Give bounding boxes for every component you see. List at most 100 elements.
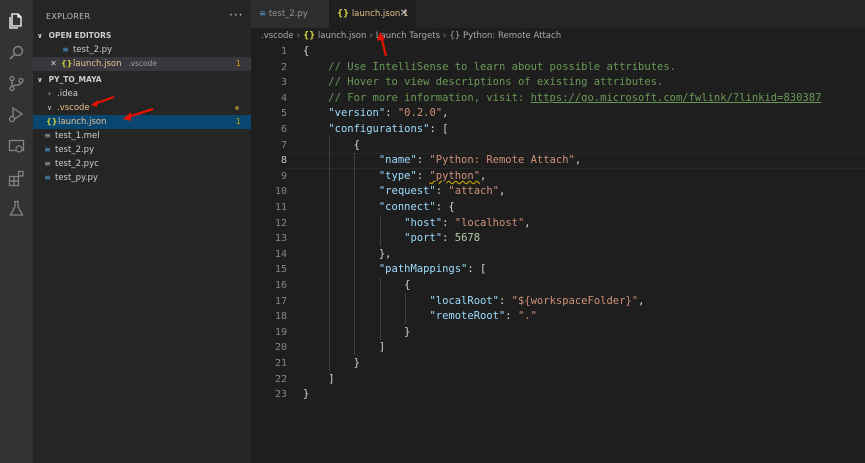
file-name: test_2.pyc bbox=[55, 159, 99, 169]
line-number: 7 bbox=[280, 139, 287, 151]
breadcrumb-item[interactable]: .vscode bbox=[261, 31, 294, 41]
json-file-icon: {} bbox=[46, 117, 58, 126]
annotation-arrow bbox=[123, 107, 154, 121]
extensions-icon[interactable] bbox=[8, 170, 25, 187]
more-actions-icon[interactable]: ··· bbox=[229, 8, 243, 22]
chevron-right-icon: › bbox=[47, 89, 52, 98]
folder-name: .idea bbox=[57, 89, 78, 99]
open-editor-name: launch.json bbox=[73, 59, 122, 69]
file-test-2-pyc[interactable]: ≡ test_2.pyc bbox=[33, 157, 251, 171]
code-line: "host": "localhost", bbox=[404, 216, 531, 229]
sidebar-title: EXPLORER bbox=[46, 12, 91, 21]
code-line: "connect": { bbox=[378, 201, 455, 213]
tab-test-2-py[interactable]: ≡ test_2.py bbox=[251, 0, 329, 28]
line-number: 22 bbox=[274, 373, 287, 385]
warning-squiggle[interactable]: "python" bbox=[429, 170, 480, 182]
tab-bar: ≡ test_2.py {} launch.json 1 ✕ bbox=[251, 0, 865, 28]
workspace-header[interactable]: ∨ PY_TO_MAYA bbox=[33, 73, 251, 87]
code-line: { bbox=[404, 279, 411, 291]
modified-dot bbox=[235, 106, 239, 110]
code-line: ] bbox=[328, 372, 335, 385]
code-line: }, bbox=[378, 247, 392, 260]
json-file-icon: {} bbox=[337, 9, 350, 19]
chevron-right-icon: › bbox=[443, 31, 447, 41]
open-editor-item[interactable]: ✕ {}launch.json .vscode 1 bbox=[33, 57, 251, 71]
line-number: 17 bbox=[274, 295, 287, 307]
file-test-py-py[interactable]: ≡ test_py.py bbox=[33, 171, 251, 185]
chevron-right-icon: › bbox=[296, 31, 301, 41]
line-number: 11 bbox=[274, 202, 287, 213]
line-number: 20 bbox=[274, 342, 287, 354]
line-number: 13 bbox=[274, 233, 287, 245]
code-line: // Hover to view descriptions of existin… bbox=[328, 76, 664, 89]
line-number: 9 bbox=[280, 170, 287, 182]
chevron-down-icon: ∨ bbox=[46, 104, 53, 112]
folder-name: .vscode bbox=[57, 103, 90, 113]
line-number: 23 bbox=[274, 389, 287, 401]
file-name: launch.json bbox=[58, 117, 107, 127]
tab-label: test_2.py bbox=[268, 9, 308, 19]
code-line: } bbox=[303, 388, 310, 401]
code-line: "remoteRoot": "." bbox=[429, 310, 537, 323]
files-icon[interactable] bbox=[8, 12, 25, 29]
chevron-right-icon: › bbox=[369, 31, 373, 41]
problem-count: 1 bbox=[235, 117, 241, 126]
line-number: 4 bbox=[280, 92, 287, 104]
line-number: 15 bbox=[274, 264, 287, 276]
line-number: 2 bbox=[280, 61, 287, 73]
python-file-icon: ≡ bbox=[44, 173, 51, 182]
line-number: 16 bbox=[274, 280, 287, 291]
code-line: "pathMappings": [ bbox=[378, 263, 487, 276]
breadcrumb-item[interactable]: launch.json bbox=[318, 31, 367, 41]
testing-icon[interactable] bbox=[8, 200, 25, 217]
annotation-arrow bbox=[377, 32, 388, 57]
open-editor-name: test_2.py bbox=[73, 45, 113, 55]
json-file-icon: {} bbox=[61, 59, 73, 68]
code-line: } bbox=[404, 325, 411, 338]
search-icon[interactable] bbox=[8, 44, 25, 61]
code-line: } bbox=[353, 357, 360, 369]
tab-launch-json[interactable]: {} launch.json 1 ✕ bbox=[329, 0, 416, 28]
file-test-1-mel[interactable]: ≡ test_1.mel bbox=[33, 129, 251, 143]
python-file-icon: ≡ bbox=[44, 145, 51, 154]
open-editors-header[interactable]: ∨ OPEN EDITORS bbox=[33, 29, 251, 43]
line-number: 21 bbox=[274, 358, 287, 369]
close-icon[interactable]: ✕ bbox=[400, 0, 408, 28]
line-number: 8 bbox=[280, 155, 287, 167]
docs-link[interactable]: https://go.microsoft.com/fwlink/?linkid=… bbox=[531, 92, 822, 104]
file-name: test_2.py bbox=[55, 145, 95, 155]
python-file-icon: ≡ bbox=[62, 45, 69, 54]
braces-icon: {} bbox=[449, 31, 461, 41]
code-line: "request": "attach", bbox=[378, 185, 506, 198]
folder-idea[interactable]: › .idea bbox=[33, 87, 251, 101]
text-file-icon: ≡ bbox=[44, 159, 51, 168]
code-line: "configurations": [ bbox=[328, 123, 449, 135]
chevron-down-icon: ∨ bbox=[37, 32, 43, 40]
json-file-icon: {} bbox=[303, 31, 316, 41]
python-file-icon: ≡ bbox=[259, 9, 267, 19]
file-test-2-py[interactable]: ≡ test_2.py bbox=[33, 143, 251, 157]
line-number: 3 bbox=[280, 77, 287, 89]
code-editor[interactable]: 1 2 3 4 5 6 7 8 9 10 11 12 13 14 15 16 17 18 19 20 21 22 23 { … bbox=[251, 44, 865, 463]
activity-bar bbox=[0, 0, 33, 463]
file-name: test_1.mel bbox=[55, 131, 100, 141]
breadcrumb-item[interactable]: Python: Remote Attach bbox=[463, 31, 561, 41]
open-editor-path: .vscode bbox=[128, 59, 158, 68]
line-number: 18 bbox=[274, 311, 287, 323]
line-number: 12 bbox=[274, 217, 287, 229]
line-number: 14 bbox=[274, 248, 287, 260]
remote-explorer-icon[interactable] bbox=[8, 138, 25, 155]
code-line: { bbox=[303, 45, 310, 57]
problem-count: 1 bbox=[235, 59, 241, 68]
code-line: "type": "python", bbox=[378, 169, 487, 182]
line-number: 1 bbox=[280, 46, 287, 57]
source-control-icon[interactable] bbox=[8, 75, 25, 92]
code-line: ] bbox=[378, 341, 386, 354]
line-number: 6 bbox=[280, 124, 287, 135]
line-number: 19 bbox=[274, 326, 287, 338]
open-editor-item[interactable]: ≡ test_2.py bbox=[33, 43, 251, 57]
code-line: "name": "Python: Remote Attach", bbox=[378, 154, 582, 167]
code-line: // Use IntelliSense to learn about possi… bbox=[328, 60, 676, 73]
run-debug-icon[interactable] bbox=[8, 106, 25, 123]
close-icon[interactable]: ✕ bbox=[49, 57, 58, 71]
